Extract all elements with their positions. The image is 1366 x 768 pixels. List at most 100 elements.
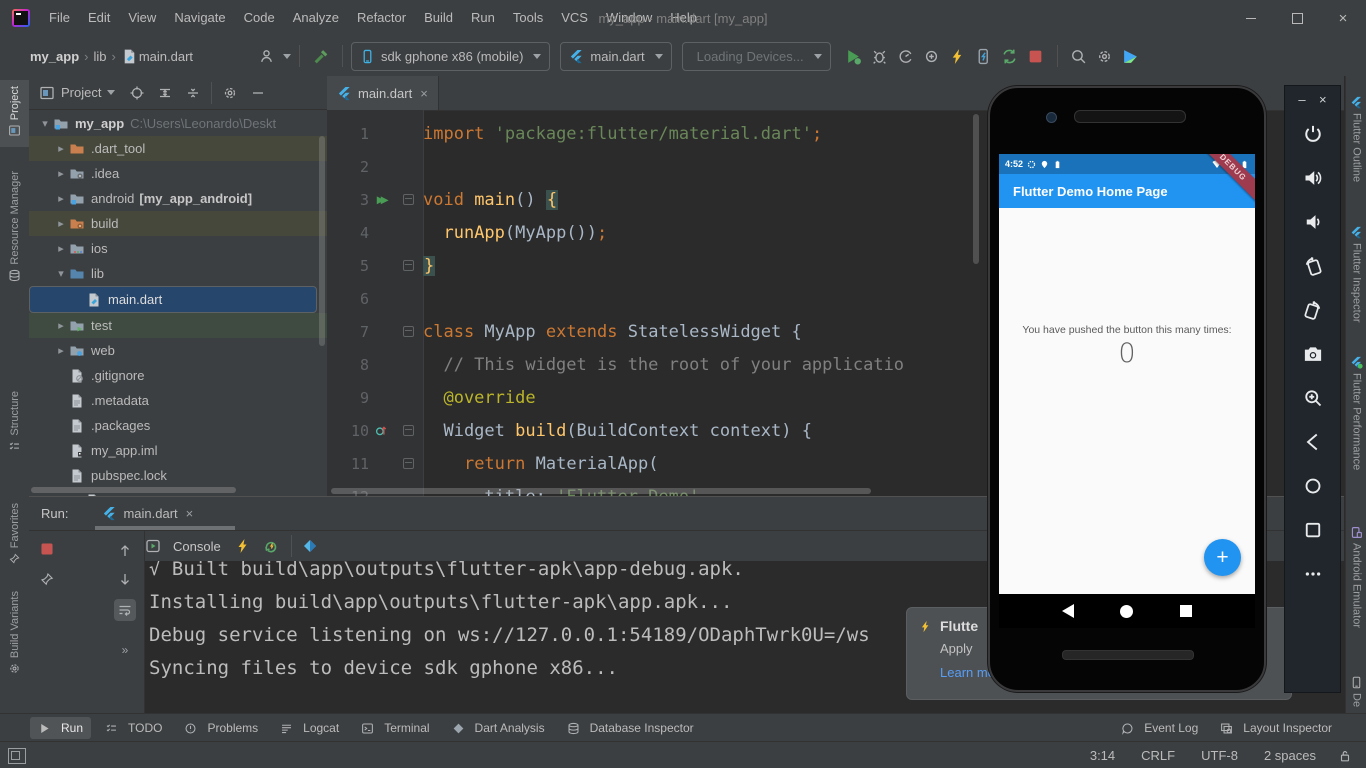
menu-analyze[interactable]: Analyze (284, 0, 348, 36)
breadcrumb-project[interactable]: my_app (30, 49, 79, 64)
horizontal-scrollbar[interactable] (31, 487, 236, 493)
close-button[interactable]: × (1320, 0, 1366, 36)
breadcrumb-file[interactable]: main.dart (139, 49, 193, 64)
stop-button[interactable] (39, 541, 55, 557)
tree-row-android[interactable]: ▸android[my_app_android] (29, 186, 327, 211)
lock-icon[interactable] (1316, 749, 1352, 763)
toolwindow-problems[interactable]: Problems (176, 717, 266, 739)
settings-button[interactable] (1092, 43, 1118, 69)
tree-row-main.dart[interactable]: main.dart (29, 286, 317, 313)
pin-tab-button[interactable] (39, 571, 55, 587)
tool-strip-project[interactable]: Project (0, 80, 29, 147)
vcs-user-icon[interactable] (253, 43, 279, 69)
menu-tools[interactable]: Tools (504, 0, 552, 36)
status-line-ending[interactable]: CRLF (1141, 748, 1175, 763)
toolwindow-terminal[interactable]: Terminal (353, 717, 437, 739)
close-tab-icon[interactable]: × (186, 506, 194, 521)
tool-strip-android-emulator[interactable]: Android Emulator (1346, 518, 1366, 632)
fold-marker-icon[interactable] (403, 260, 414, 271)
prev-occurrence-button[interactable] (117, 543, 133, 559)
nav-recents-button[interactable] (1180, 605, 1192, 617)
volume-up-button[interactable] (1303, 156, 1323, 200)
tree-row-.metadata[interactable]: .metadata (29, 388, 327, 413)
menu-help[interactable]: Help (661, 0, 706, 36)
nav-home-button[interactable] (1120, 605, 1133, 618)
console-tab-label[interactable]: Console (173, 539, 221, 554)
run-main-gutter-icon[interactable]: ▸▸ (377, 191, 385, 208)
devtools-button[interactable] (1118, 43, 1144, 69)
stop-button[interactable] (1023, 43, 1049, 69)
emulator-screen[interactable]: 4:52 Flutter Demo Home Page DEBUG You ha… (999, 154, 1255, 628)
rotate-left-button[interactable] (1303, 244, 1323, 288)
tree-chevron-icon[interactable]: ▸ (53, 242, 69, 255)
rotate-right-button[interactable] (1303, 288, 1323, 332)
soft-wrap-button[interactable] (114, 599, 136, 621)
menu-run[interactable]: Run (462, 0, 504, 36)
tree-row-.gitignore[interactable]: .gitignore (29, 363, 327, 388)
minimize-button[interactable] (1228, 0, 1274, 36)
tool-strip-structure[interactable]: Structure (0, 385, 29, 463)
fold-marker-icon[interactable] (403, 458, 414, 469)
tree-row-web[interactable]: ▸web (29, 338, 327, 363)
menu-navigate[interactable]: Navigate (165, 0, 234, 36)
tool-strip-favorites[interactable]: Favorites (0, 497, 29, 575)
tree-chevron-icon[interactable]: ▾ (37, 117, 53, 130)
tree-row-lib[interactable]: ▾lib (29, 261, 327, 286)
tree-row-build[interactable]: ▸build (29, 211, 327, 236)
menu-file[interactable]: File (40, 0, 79, 36)
menu-vcs[interactable]: VCS (552, 0, 597, 36)
device-selector[interactable]: sdk gphone x86 (mobile) (351, 42, 550, 71)
editor-vscrollbar[interactable] (973, 114, 979, 264)
tree-row-pubspec.lock[interactable]: pubspec.lock (29, 463, 327, 488)
tree-row-my_app[interactable]: ▾my_appC:\Users\Leonardo\Deskt (29, 111, 327, 136)
debug-button[interactable] (867, 43, 893, 69)
run-config-selector[interactable]: main.dart (560, 42, 671, 71)
more-actions-button[interactable]: » (122, 643, 129, 657)
menu-refactor[interactable]: Refactor (348, 0, 415, 36)
tree-chevron-icon[interactable]: ▸ (53, 192, 69, 205)
emulator-minimize-button[interactable]: – (1298, 92, 1305, 107)
hide-panel-button[interactable] (250, 85, 266, 101)
status-caret-position[interactable]: 3:14 (1090, 748, 1115, 763)
tool-strip-de[interactable]: De (1346, 668, 1366, 711)
home-button[interactable] (1303, 464, 1323, 508)
hot-restart-button[interactable] (971, 43, 997, 69)
build-button[interactable] (308, 43, 334, 69)
hot-restart-button[interactable] (263, 538, 279, 554)
status-encoding[interactable]: UTF-8 (1201, 748, 1238, 763)
fold-marker-icon[interactable] (403, 194, 414, 205)
fold-marker-icon[interactable] (403, 326, 414, 337)
toolwindow-layout-inspector[interactable]: Layout Inspector (1212, 717, 1340, 739)
breadcrumb-dir[interactable]: lib (93, 49, 106, 64)
expand-all-button[interactable] (157, 85, 173, 101)
editor-hscrollbar[interactable] (331, 488, 871, 494)
tree-chevron-icon[interactable]: ▸ (53, 142, 69, 155)
tree-row-.dart_tool[interactable]: ▸.dart_tool (29, 136, 327, 161)
select-opened-file-button[interactable] (129, 85, 145, 101)
toolwindow-database-inspector[interactable]: Database Inspector (559, 717, 702, 739)
tree-row-.idea[interactable]: ▸.idea (29, 161, 327, 186)
zoom-button[interactable] (1303, 376, 1323, 420)
fold-marker-icon[interactable] (403, 425, 414, 436)
screenshot-button[interactable] (1303, 332, 1323, 376)
increment-fab[interactable]: + (1204, 539, 1241, 576)
maximize-button[interactable] (1274, 0, 1320, 36)
tool-strip-build-variants[interactable]: Build Variants (0, 585, 29, 685)
toolwindow-event-log[interactable]: Event Log (1113, 717, 1206, 739)
overview-button[interactable] (1303, 508, 1323, 552)
emulator-close-button[interactable]: × (1319, 92, 1327, 107)
toolwindow-logcat[interactable]: Logcat (272, 717, 347, 739)
toolwindow-run[interactable]: Run (30, 717, 91, 739)
toolwindow-dart-analysis[interactable]: Dart Analysis (444, 717, 553, 739)
toolwindow-todo[interactable]: TODO (97, 717, 170, 739)
power-button[interactable] (1303, 112, 1323, 156)
menu-code[interactable]: Code (235, 0, 284, 36)
run-button[interactable] (841, 43, 867, 69)
search-everywhere-button[interactable] (1066, 43, 1092, 69)
nav-back-button[interactable] (1062, 604, 1074, 618)
tree-row-my_app.iml[interactable]: my_app.iml (29, 438, 327, 463)
tool-strip-flutter-inspector[interactable]: Flutter Inspector (1346, 218, 1366, 326)
vertical-scrollbar[interactable] (319, 136, 325, 346)
hot-reload-button[interactable] (945, 43, 971, 69)
more-options-button[interactable] (1303, 552, 1323, 596)
